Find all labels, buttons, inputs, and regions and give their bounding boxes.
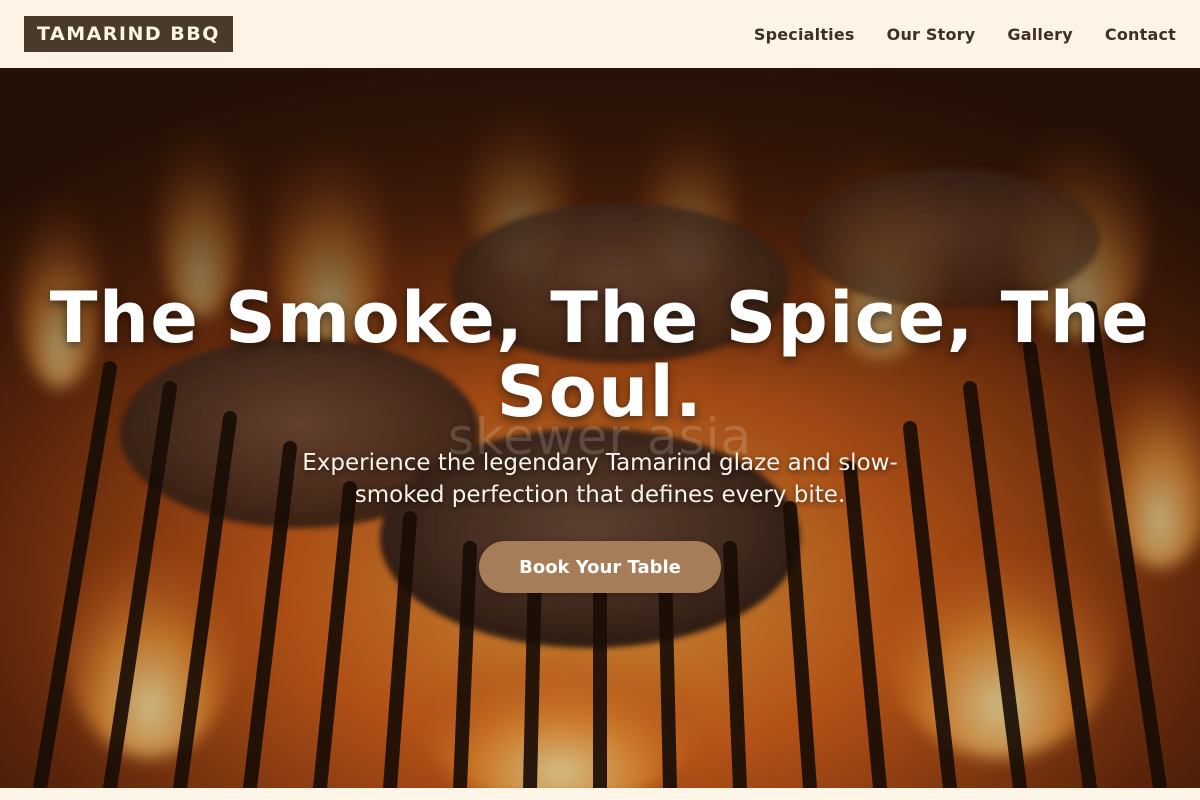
brand-logo[interactable]: TAMARIND BBQ: [24, 16, 233, 52]
main-nav: Specialties Our Story Gallery Contact: [754, 25, 1176, 44]
hero-content: The Smoke, The Spice, The Soul. Experien…: [0, 68, 1200, 788]
nav-link-specialties[interactable]: Specialties: [754, 25, 855, 44]
book-table-button[interactable]: Book Your Table: [479, 541, 721, 593]
hero-subtitle: Experience the legendary Tamarind glaze …: [302, 450, 898, 508]
hero-title: The Smoke, The Spice, The Soul.: [49, 277, 1151, 433]
nav-link-contact[interactable]: Contact: [1105, 25, 1176, 44]
page: TAMARIND BBQ Specialties Our Story Galle…: [0, 0, 1200, 800]
nav-link-our-story[interactable]: Our Story: [887, 25, 976, 44]
nav-link-gallery[interactable]: Gallery: [1007, 25, 1072, 44]
hero-section: skewer asia The Smoke, The Spice, The So…: [0, 68, 1200, 788]
section-divider: [0, 788, 1200, 800]
site-header: TAMARIND BBQ Specialties Our Story Galle…: [0, 0, 1200, 68]
